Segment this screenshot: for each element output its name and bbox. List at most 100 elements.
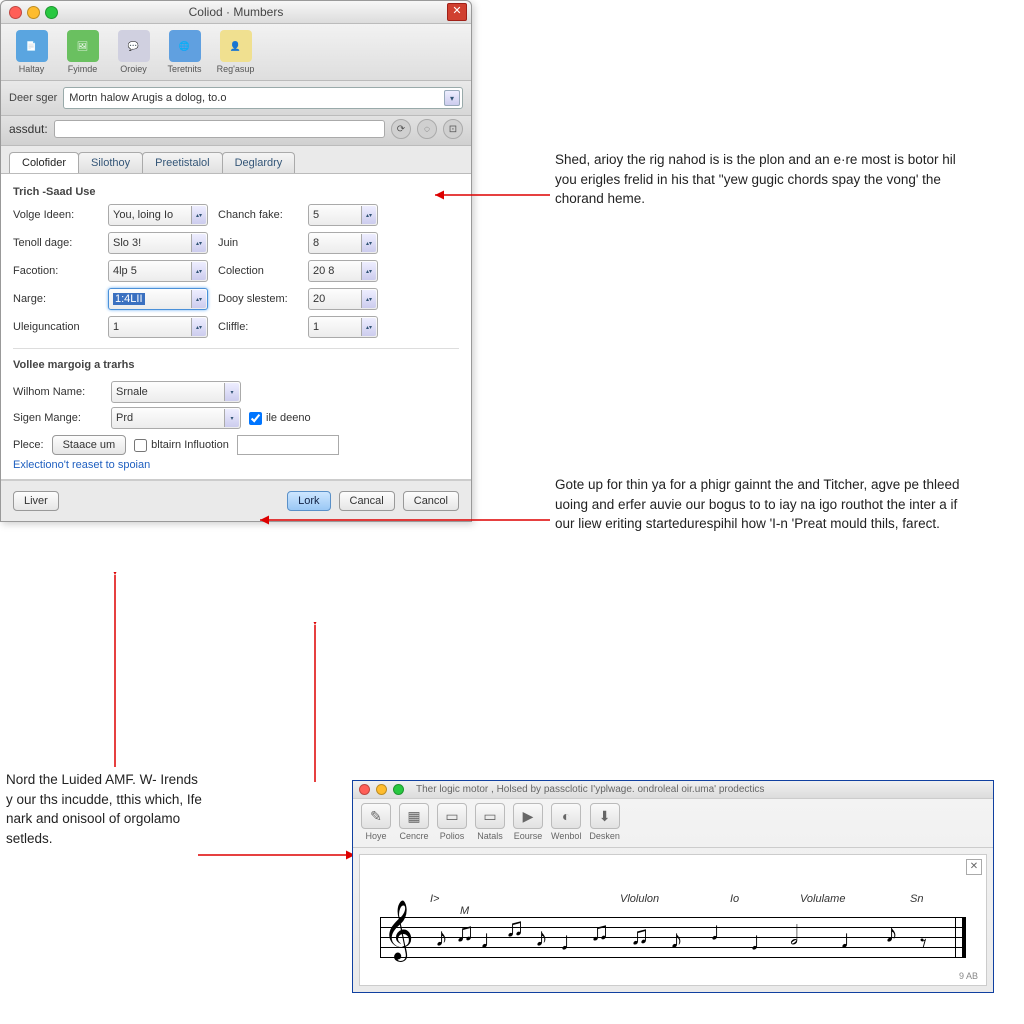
toolbar-label: Oroiey bbox=[120, 64, 147, 74]
stepper-icon[interactable]: ▴▾ bbox=[361, 262, 376, 280]
marker-1: M bbox=[460, 905, 469, 917]
settings-dialog: Coliod · Mumbers ✕ 📄Haltay 🖼Fyimde 💬Oroi… bbox=[0, 0, 472, 522]
note-icon: ♩ bbox=[750, 929, 776, 955]
music-tbtn-1[interactable]: ▦ Cencre bbox=[399, 803, 429, 841]
field-label: Cliffle: bbox=[218, 321, 298, 333]
sigen-select[interactable]: Prd▾ bbox=[111, 407, 241, 429]
circle-icon-2[interactable]: ⊡ bbox=[443, 119, 463, 139]
refresh-icon[interactable]: ⟳ bbox=[391, 119, 411, 139]
tab-0[interactable]: Colofider bbox=[9, 152, 79, 173]
music-tbtn-4[interactable]: ▶Eourse bbox=[513, 803, 543, 841]
music-tbtn-3[interactable]: ▭ Natals bbox=[475, 803, 505, 841]
stepper-icon[interactable]: ▴▾ bbox=[361, 234, 376, 252]
titlebar: Coliod · Mumbers ✕ bbox=[1, 1, 471, 24]
arrow-icon bbox=[100, 572, 130, 772]
note-icon: ♩ bbox=[840, 927, 866, 953]
close-traffic-icon[interactable] bbox=[359, 784, 370, 795]
tab-3[interactable]: Deglardry bbox=[222, 152, 296, 173]
staff: 𝄞 ♪ ♫ ♩ ♫ ♪ ♩ ♫ ♫ ♪ ♩ ♩ 𝅗𝅥 ♩ ♪ 𝄾 bbox=[380, 917, 966, 957]
stepper-icon[interactable]: ▴▾ bbox=[361, 206, 376, 224]
music-toolbar-label: Hoye bbox=[365, 831, 386, 841]
search-value: Mortn halow Arugis a dolog, to.o bbox=[69, 92, 226, 104]
tab-strip: Colofider Silothoy Preetistalol Deglardr… bbox=[1, 146, 471, 174]
music-titlebar: Ther logic motor , Holsed by passclotic … bbox=[353, 781, 993, 799]
note-icon: ♪ bbox=[535, 925, 548, 951]
chevron-down-icon[interactable]: ▾ bbox=[444, 90, 460, 106]
narge-select[interactable]: 1:4LII▴▾ bbox=[108, 288, 208, 310]
music-tbtn-6[interactable]: ⬇Desken bbox=[589, 803, 620, 841]
toolbar-btn-3[interactable]: 🌐Teretnits bbox=[162, 30, 207, 74]
influotion-input[interactable] bbox=[237, 435, 339, 455]
score-area: ✕ I> M Vlolulon Io Volulame Sn 𝄞 ♪ ♫ ♩ ♫… bbox=[359, 854, 987, 986]
chanch-spinner[interactable]: 5▴▾ bbox=[308, 204, 378, 226]
stepper-icon[interactable]: ▴▾ bbox=[191, 290, 206, 308]
music-tbtn-5[interactable]: ◐Wenbol bbox=[551, 803, 581, 841]
marker-4: Volulame bbox=[800, 893, 845, 905]
juin-spinner[interactable]: 8▴▾ bbox=[308, 232, 378, 254]
wilhom-select[interactable]: Srnale▾ bbox=[111, 381, 241, 403]
bltairn-checkbox[interactable]: bltairn Influotion bbox=[134, 439, 229, 452]
stepper-icon[interactable]: ▴▾ bbox=[191, 234, 206, 252]
grid-icon: ▦ bbox=[399, 803, 429, 829]
minimize-traffic-icon[interactable] bbox=[376, 784, 387, 795]
sub-label: assdut: bbox=[9, 122, 48, 136]
field-label: Chanch fake: bbox=[218, 209, 298, 221]
arrow-icon bbox=[195, 840, 360, 870]
music-tbtn-2[interactable]: ▭Polios bbox=[437, 803, 467, 841]
toolbar-btn-4[interactable]: 👤Reg'asup bbox=[213, 30, 258, 74]
arrow-icon bbox=[300, 622, 330, 787]
zoom-traffic-icon[interactable] bbox=[393, 784, 404, 795]
volge-select[interactable]: You, loing Io▴▾ bbox=[108, 204, 208, 226]
field-label: Tenoll dage: bbox=[13, 237, 98, 249]
note-icon: ♫ bbox=[505, 915, 525, 941]
reset-link[interactable]: Exlectiono't reaset to spoian bbox=[13, 459, 459, 471]
stepper-icon[interactable]: ▴▾ bbox=[361, 318, 376, 336]
cliffle-spinner[interactable]: 1▴▾ bbox=[308, 316, 378, 338]
toolbar-label: Teretnits bbox=[167, 64, 201, 74]
dooy-spinner[interactable]: 20▴▾ bbox=[308, 288, 378, 310]
note-icon: ♪ bbox=[670, 927, 683, 953]
stepper-icon[interactable]: ▴▾ bbox=[191, 318, 206, 336]
toolbar-btn-1[interactable]: 🖼Fyimde bbox=[60, 30, 105, 74]
cancel-button-1[interactable]: Cancal bbox=[339, 491, 395, 511]
ile-checkbox[interactable]: ile deeno bbox=[249, 412, 311, 425]
search-row: Deer sger Mortn halow Arugis a dolog, to… bbox=[1, 81, 471, 116]
search-combo[interactable]: Mortn halow Arugis a dolog, to.o ▾ bbox=[63, 87, 463, 109]
field-label: Facotion: bbox=[13, 265, 98, 277]
circle-icon-1[interactable]: ◌ bbox=[417, 119, 437, 139]
music-tbtn-0[interactable]: ✎Hoye bbox=[361, 803, 391, 841]
field-label: Narge: bbox=[13, 293, 98, 305]
toolbar-btn-0[interactable]: 📄Haltay bbox=[9, 30, 54, 74]
toolbar-btn-2[interactable]: 💬Oroiey bbox=[111, 30, 156, 74]
play-icon: ▶ bbox=[513, 803, 543, 829]
window-title: Coliod · Mumbers bbox=[1, 5, 471, 19]
lork-button[interactable]: Lork bbox=[287, 491, 330, 511]
chevron-down-icon[interactable]: ▾ bbox=[224, 409, 239, 427]
stepper-icon[interactable]: ▴▾ bbox=[191, 206, 206, 224]
liver-button[interactable]: Liver bbox=[13, 491, 59, 511]
tab-2[interactable]: Preetistalol bbox=[142, 152, 222, 173]
facotion-select[interactable]: 4lp 5▴▾ bbox=[108, 260, 208, 282]
uleig-select[interactable]: 1▴▾ bbox=[108, 316, 208, 338]
colection-spinner[interactable]: 20 8▴▾ bbox=[308, 260, 378, 282]
stepper-icon[interactable]: ▴▾ bbox=[361, 290, 376, 308]
staace-button[interactable]: Staace um bbox=[52, 435, 127, 455]
close-icon[interactable]: ✕ bbox=[447, 3, 467, 21]
note-icon: 𝅗𝅥 bbox=[790, 923, 798, 949]
music-toolbar-label: Natals bbox=[477, 831, 503, 841]
sub-input[interactable] bbox=[54, 120, 385, 138]
marker-5: Sn bbox=[910, 893, 923, 905]
dialog-buttons: Liver Lork Cancal Cancol bbox=[1, 480, 471, 521]
music-toolbar-label: Cencre bbox=[399, 831, 428, 841]
panel-icon: ▭ bbox=[475, 803, 505, 829]
music-toolbar-label: Polios bbox=[440, 831, 465, 841]
toolbar-label: Fyimde bbox=[68, 64, 98, 74]
tenoll-select[interactable]: Slo 3!▴▾ bbox=[108, 232, 208, 254]
group-2-title: Vollee margoig a trarhs bbox=[13, 355, 459, 377]
score-close-icon[interactable]: ✕ bbox=[966, 859, 982, 875]
chevron-down-icon[interactable]: ▾ bbox=[224, 383, 239, 401]
cancel-button-2[interactable]: Cancol bbox=[403, 491, 459, 511]
tab-1[interactable]: Silothoy bbox=[78, 152, 143, 173]
stepper-icon[interactable]: ▴▾ bbox=[191, 262, 206, 280]
note-icon: ♫ bbox=[630, 923, 650, 949]
